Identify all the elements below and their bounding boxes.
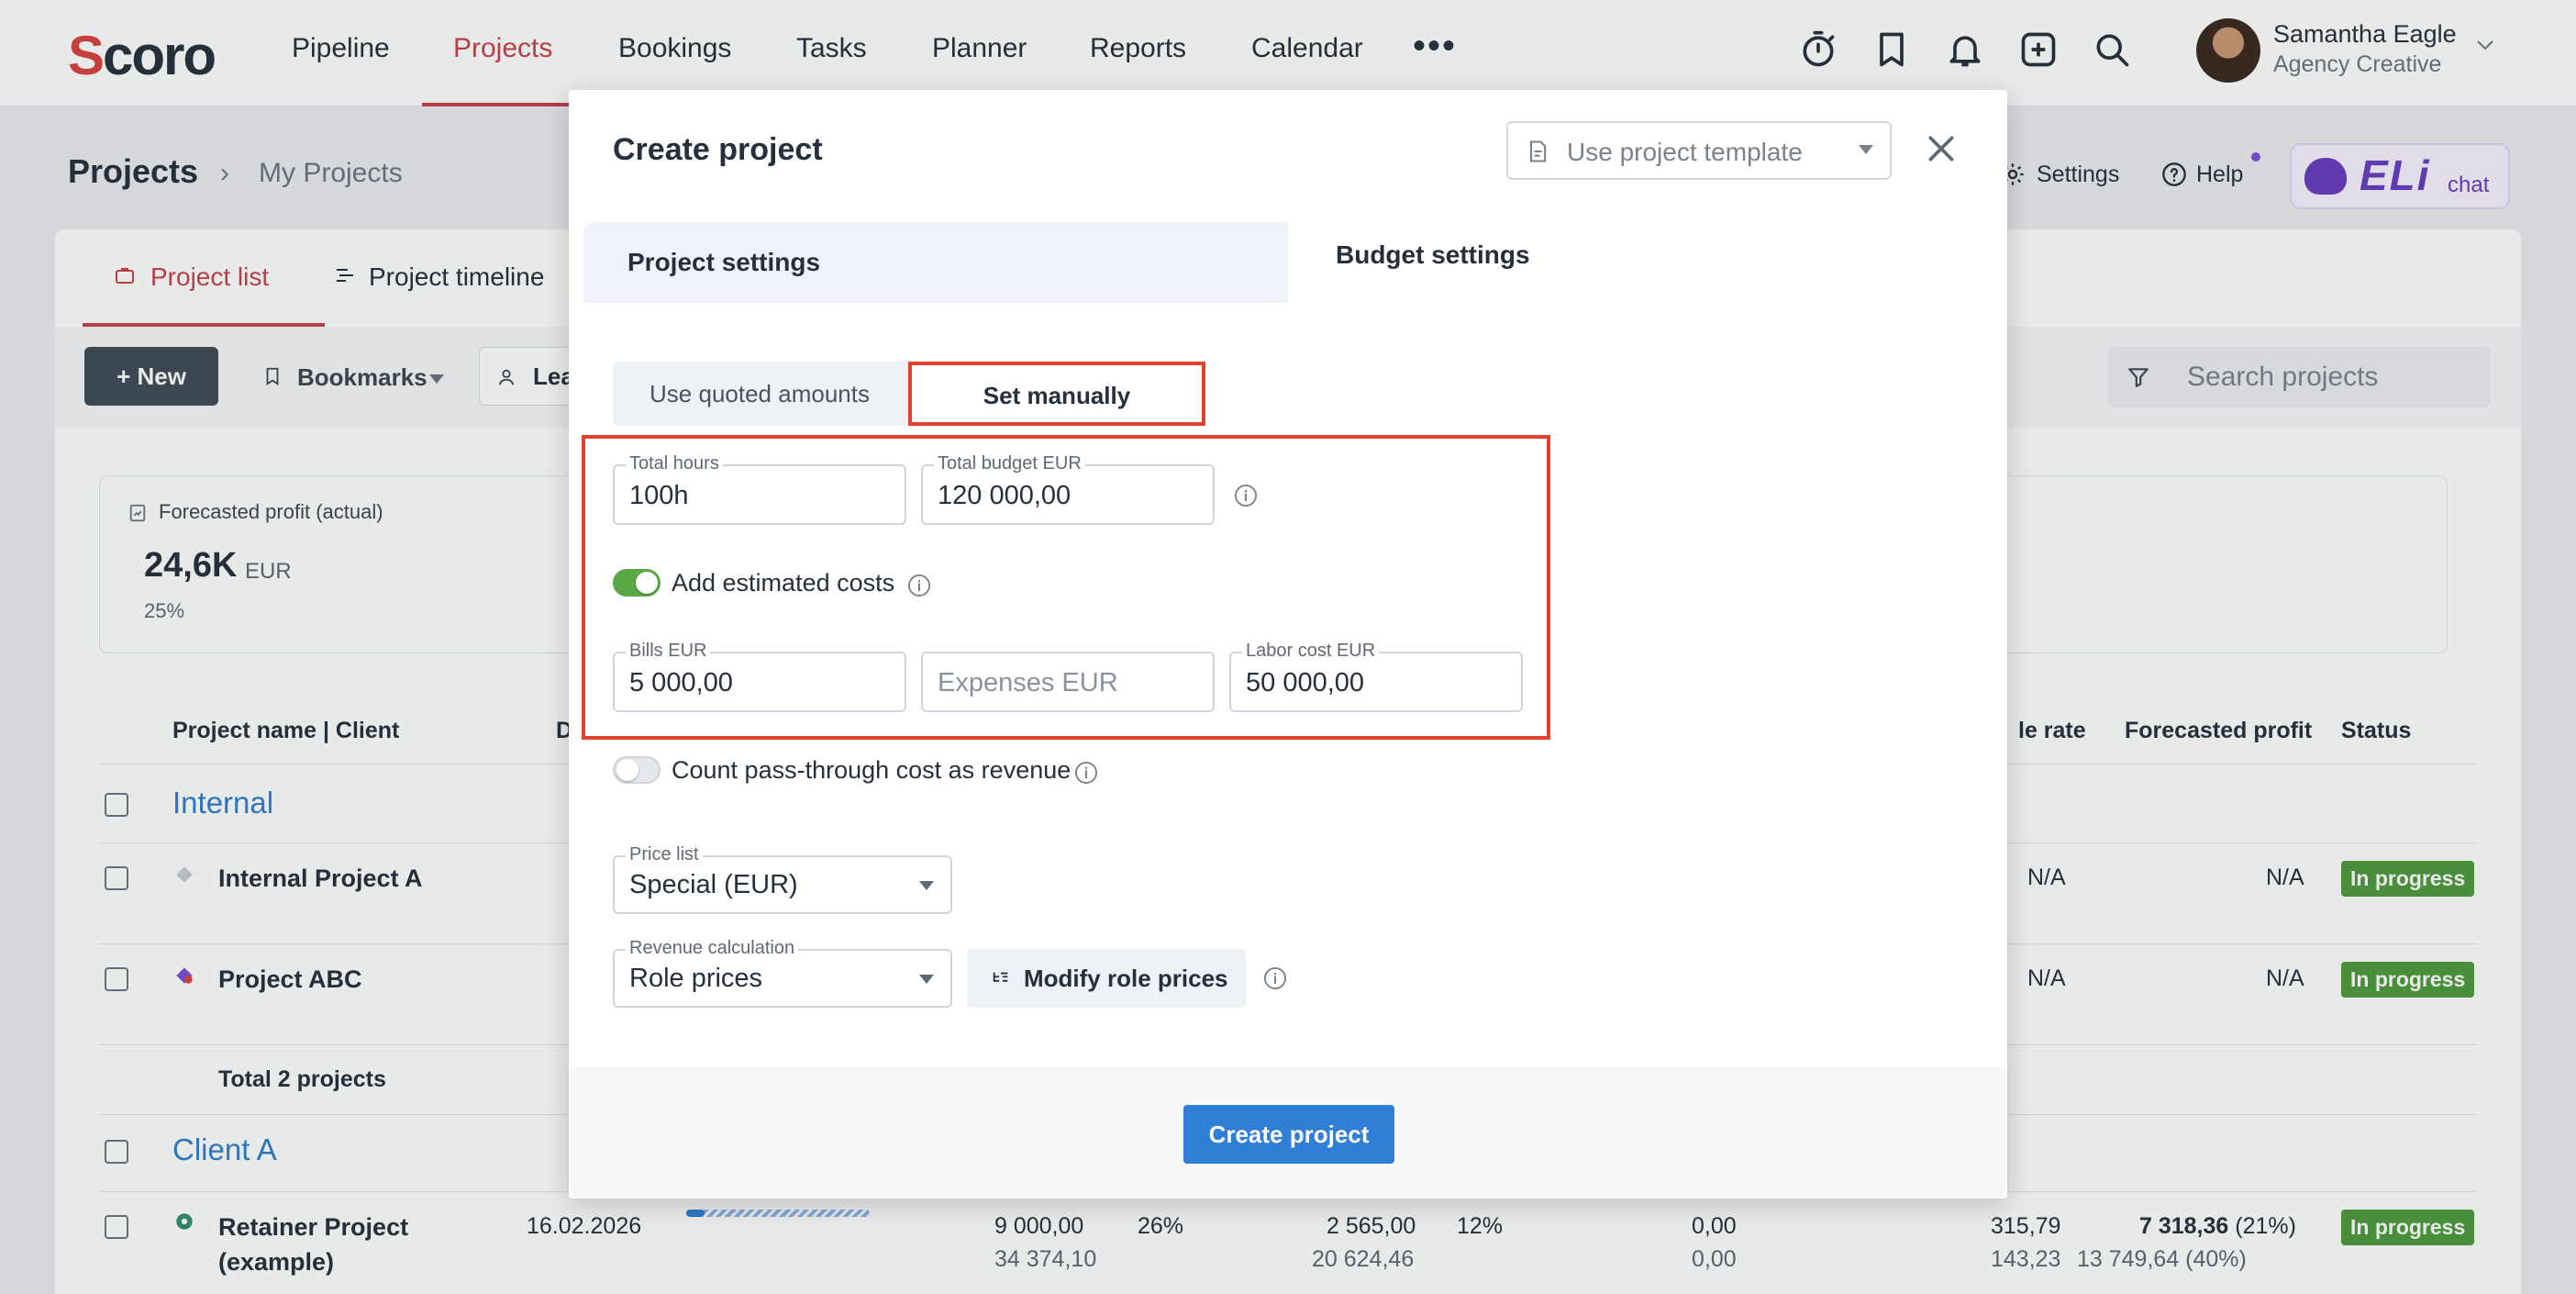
template-placeholder: Use project template bbox=[1567, 138, 1803, 166]
close-icon[interactable] bbox=[1923, 130, 1960, 167]
template-icon bbox=[1529, 140, 1547, 162]
tab-project-settings-label: Project settings bbox=[627, 248, 821, 276]
field-label: Revenue calculation bbox=[626, 938, 799, 959]
set-manually-option[interactable]: Set manually bbox=[908, 362, 1205, 426]
field-value: 120 000,00 bbox=[938, 481, 1071, 510]
field-placeholder: Expenses EUR bbox=[938, 668, 1118, 697]
info-icon[interactable] bbox=[1262, 965, 1288, 991]
field-label: Bills EUR bbox=[626, 641, 711, 662]
create-project-dialog: Create project Use project template Proj… bbox=[569, 90, 2007, 1199]
field-label: Price list bbox=[626, 844, 703, 865]
caret-down-icon bbox=[919, 975, 934, 984]
dialog-footer: Create project bbox=[569, 1066, 2007, 1199]
caret-down-icon bbox=[1859, 145, 1873, 154]
field-value: Role prices bbox=[629, 964, 763, 993]
list-tree-icon bbox=[993, 972, 1008, 982]
total-budget-field[interactable]: Total budget EUR 120 000,00 bbox=[921, 453, 1215, 525]
price-list-select[interactable]: Price list Special (EUR) bbox=[613, 844, 952, 914]
toggle-knob bbox=[616, 759, 638, 781]
modify-role-prices-label: Modify role prices bbox=[1024, 965, 1228, 992]
project-template-select[interactable]: Use project template bbox=[1506, 121, 1892, 180]
tab-budget-settings[interactable]: Budget settings bbox=[1294, 209, 1993, 301]
field-value: 50 000,00 bbox=[1246, 668, 1365, 697]
field-value: Special (EUR) bbox=[629, 870, 798, 899]
info-icon[interactable] bbox=[906, 573, 932, 598]
expenses-field[interactable]: Expenses EUR bbox=[921, 652, 1215, 712]
pass-through-revenue-label: Count pass-through cost as revenue bbox=[672, 756, 1071, 784]
field-label: Total hours bbox=[626, 453, 723, 474]
use-quoted-amounts-option[interactable]: Use quoted amounts bbox=[613, 362, 906, 426]
field-label: Labor cost EUR bbox=[1242, 641, 1380, 662]
budget-mode-toggle: Use quoted amounts Set manually bbox=[613, 362, 1205, 426]
add-estimated-costs-label: Add estimated costs bbox=[672, 569, 895, 597]
field-value: 5 000,00 bbox=[629, 668, 733, 697]
bills-field[interactable]: Bills EUR 5 000,00 bbox=[613, 641, 906, 712]
add-estimated-costs-toggle[interactable] bbox=[613, 569, 661, 597]
info-icon[interactable] bbox=[1073, 760, 1099, 786]
tab-budget-settings-label: Budget settings bbox=[1336, 240, 1530, 269]
total-hours-field[interactable]: Total hours 100h bbox=[613, 453, 906, 525]
caret-down-icon bbox=[919, 881, 934, 890]
revenue-calculation-select[interactable]: Revenue calculation Role prices bbox=[613, 938, 952, 1008]
info-icon[interactable] bbox=[1233, 483, 1259, 508]
field-value: 100h bbox=[629, 481, 689, 510]
tab-project-settings[interactable]: Project settings bbox=[583, 222, 1288, 303]
dialog-title: Create project bbox=[613, 132, 823, 167]
toggle-knob bbox=[636, 572, 658, 594]
field-label: Total budget EUR bbox=[934, 453, 1085, 474]
modify-role-prices-button[interactable]: Modify role prices bbox=[967, 949, 1246, 1008]
create-project-button[interactable]: Create project bbox=[1183, 1105, 1394, 1164]
pass-through-revenue-toggle[interactable] bbox=[613, 756, 661, 784]
labor-cost-field[interactable]: Labor cost EUR 50 000,00 bbox=[1229, 641, 1523, 712]
